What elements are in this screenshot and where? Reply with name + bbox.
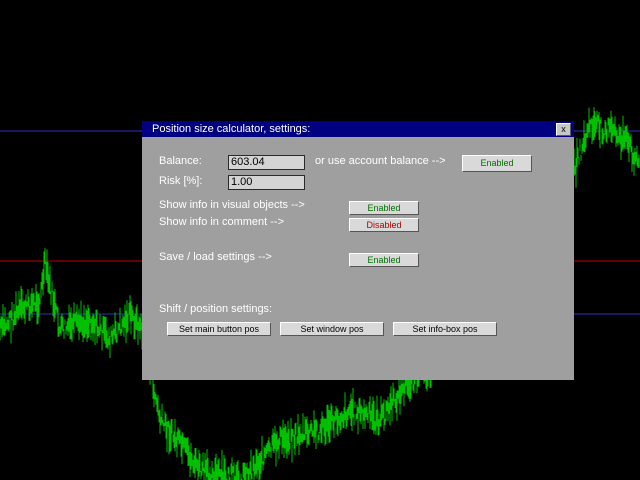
visual-objects-label: Show info in visual objects --> [159,199,305,211]
settings-dialog: Position size calculator, settings: x Ba… [142,121,574,380]
set-main-button-pos-button[interactable]: Set main button pos [167,322,271,336]
balance-label: Balance: [159,155,202,167]
risk-field[interactable]: 1.00 [228,175,305,190]
comment-label: Show info in comment --> [159,216,285,228]
account-balance-toggle[interactable]: Enabled [462,155,532,172]
save-load-label: Save / load settings --> [159,251,272,263]
save-load-toggle[interactable]: Enabled [349,253,419,267]
set-window-pos-button[interactable]: Set window pos [280,322,384,336]
comment-toggle[interactable]: Disabled [349,218,419,232]
balance-field[interactable]: 603.04 [228,155,305,170]
set-infobox-pos-button[interactable]: Set info-box pos [393,322,497,336]
close-button[interactable]: x [556,123,571,136]
dialog-title: Position size calculator, settings: [152,123,311,135]
risk-label: Risk [%]: [159,175,203,187]
dialog-titlebar[interactable]: Position size calculator, settings: x [142,121,574,137]
account-balance-label: or use account balance --> [315,155,446,167]
shift-settings-label: Shift / position settings: [159,303,273,315]
visual-objects-toggle[interactable]: Enabled [349,201,419,215]
